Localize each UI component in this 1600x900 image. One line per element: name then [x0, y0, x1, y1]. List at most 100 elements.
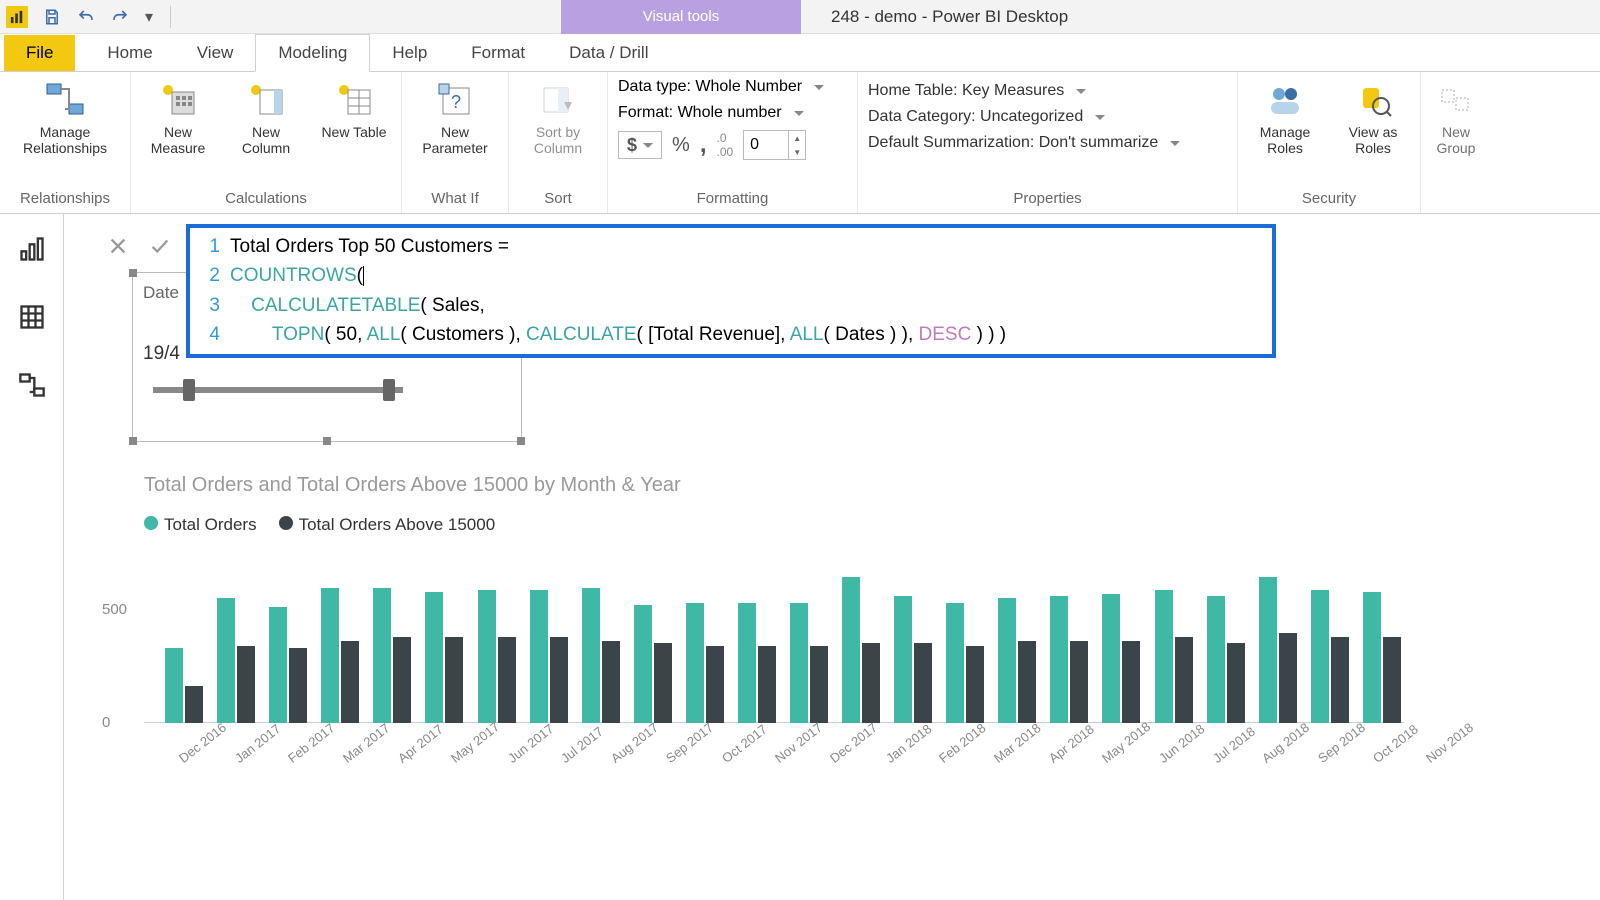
bar-series-1[interactable] [1102, 594, 1120, 723]
bar-series-1[interactable] [946, 603, 964, 723]
bar-series-2[interactable] [393, 637, 411, 723]
bar-series-1[interactable] [1207, 596, 1225, 723]
bar-series-2[interactable] [654, 643, 672, 723]
undo-button[interactable] [74, 5, 98, 29]
bar-group[interactable] [1047, 596, 1091, 723]
bar-series-1[interactable] [894, 596, 912, 723]
save-button[interactable] [40, 5, 64, 29]
bar-group[interactable] [579, 588, 623, 723]
bar-series-2[interactable] [1018, 641, 1036, 723]
bar-group[interactable] [162, 648, 206, 723]
bar-series-1[interactable] [165, 648, 183, 723]
sort-by-column-button[interactable]: Sort by Column [519, 78, 597, 156]
report-view-button[interactable] [15, 232, 49, 266]
bar-series-1[interactable] [738, 603, 756, 723]
bar-series-2[interactable] [498, 637, 516, 723]
currency-button[interactable]: $ [618, 131, 662, 159]
contextual-tab-visual-tools[interactable]: Visual tools [561, 0, 801, 34]
resize-handle[interactable] [517, 437, 525, 445]
bar-group[interactable] [735, 603, 779, 723]
bar-group[interactable] [995, 598, 1039, 723]
slider-thumb-right[interactable] [383, 379, 395, 401]
bar-series-2[interactable] [550, 637, 568, 723]
bar-group[interactable] [631, 605, 675, 723]
bar-series-2[interactable] [706, 646, 724, 723]
bar-series-2[interactable] [862, 643, 880, 723]
redo-button[interactable] [108, 5, 132, 29]
resize-handle[interactable] [129, 437, 137, 445]
spin-down-icon[interactable]: ▼ [789, 145, 805, 159]
manage-roles-button[interactable]: Manage Roles [1248, 78, 1322, 156]
bar-series-1[interactable] [269, 607, 287, 723]
bar-series-2[interactable] [445, 637, 463, 723]
bar-group[interactable] [474, 590, 518, 723]
legend-item-total-orders[interactable]: Total Orders [144, 515, 257, 535]
report-canvas[interactable]: Date 19/4 1Total Orders Top 50 Customers… [64, 214, 1600, 900]
bar-series-2[interactable] [602, 641, 620, 723]
bar-series-1[interactable] [217, 598, 235, 723]
bar-series-1[interactable] [634, 605, 652, 723]
bar-group[interactable] [1099, 594, 1143, 723]
bar-series-2[interactable] [289, 648, 307, 723]
manage-relationships-button[interactable]: Manage Relationships [10, 78, 120, 156]
data-type-dropdown[interactable]: Data type: Whole Number [618, 78, 824, 96]
decimals-input[interactable] [744, 134, 788, 156]
bar-series-2[interactable] [341, 641, 359, 723]
formula-cancel-button[interactable] [104, 232, 132, 260]
decimals-spinner[interactable]: ▲▼ [743, 130, 806, 160]
tab-modeling[interactable]: Modeling [255, 34, 370, 72]
tab-view[interactable]: View [175, 35, 256, 71]
bar-series-1[interactable] [425, 592, 443, 723]
bar-series-1[interactable] [530, 590, 548, 723]
default-summarization-dropdown[interactable]: Default Summarization: Don't summarize [868, 134, 1180, 152]
bar-series-1[interactable] [1155, 590, 1173, 723]
bar-series-2[interactable] [1331, 637, 1349, 723]
bar-group[interactable] [370, 588, 414, 723]
bar-group[interactable] [683, 603, 727, 723]
bar-group[interactable] [1204, 596, 1248, 723]
bar-series-2[interactable] [237, 646, 255, 723]
bar-series-1[interactable] [998, 598, 1016, 723]
bar-series-1[interactable] [686, 603, 704, 723]
legend-item-above-15000[interactable]: Total Orders Above 15000 [279, 515, 496, 535]
tab-home[interactable]: Home [85, 35, 174, 71]
bar-group[interactable] [787, 603, 831, 723]
new-group-button[interactable]: New Group [1431, 78, 1481, 156]
formula-commit-button[interactable] [146, 232, 174, 260]
dax-editor[interactable]: 1Total Orders Top 50 Customers = 2COUNTR… [186, 224, 1276, 358]
bar-series-2[interactable] [1227, 643, 1245, 723]
bar-series-2[interactable] [185, 686, 203, 723]
bar-series-2[interactable] [914, 643, 932, 723]
resize-handle[interactable] [323, 437, 331, 445]
data-category-dropdown[interactable]: Data Category: Uncategorized [868, 108, 1180, 126]
slider-track[interactable] [153, 387, 403, 393]
bar-series-1[interactable] [478, 590, 496, 723]
bar-series-2[interactable] [1175, 637, 1193, 723]
bar-group[interactable] [527, 590, 571, 723]
tab-file[interactable]: File [4, 35, 75, 71]
bar-series-2[interactable] [810, 646, 828, 723]
bar-group[interactable] [891, 596, 935, 723]
data-view-button[interactable] [15, 300, 49, 334]
qat-customize-icon[interactable]: ▾ [142, 5, 156, 29]
model-view-button[interactable] [15, 368, 49, 402]
slider-thumb-left[interactable] [183, 379, 195, 401]
bar-group[interactable] [318, 588, 362, 723]
bar-group[interactable] [839, 577, 883, 723]
bar-series-2[interactable] [758, 646, 776, 723]
tab-data-drill[interactable]: Data / Drill [547, 35, 670, 71]
bar-group[interactable] [1360, 592, 1404, 723]
bar-series-2[interactable] [1383, 637, 1401, 723]
bar-group[interactable] [1308, 590, 1352, 723]
bar-group[interactable] [214, 598, 258, 723]
bar-series-2[interactable] [1122, 641, 1140, 723]
bar-series-1[interactable] [582, 588, 600, 723]
tab-format[interactable]: Format [449, 35, 547, 71]
new-measure-button[interactable]: New Measure [141, 78, 215, 156]
bar-series-1[interactable] [373, 588, 391, 723]
thousands-separator-button[interactable]: , [700, 131, 707, 159]
bar-series-2[interactable] [1070, 641, 1088, 723]
new-column-button[interactable]: New Column [229, 78, 303, 156]
bar-series-1[interactable] [842, 577, 860, 723]
bar-series-1[interactable] [1363, 592, 1381, 723]
